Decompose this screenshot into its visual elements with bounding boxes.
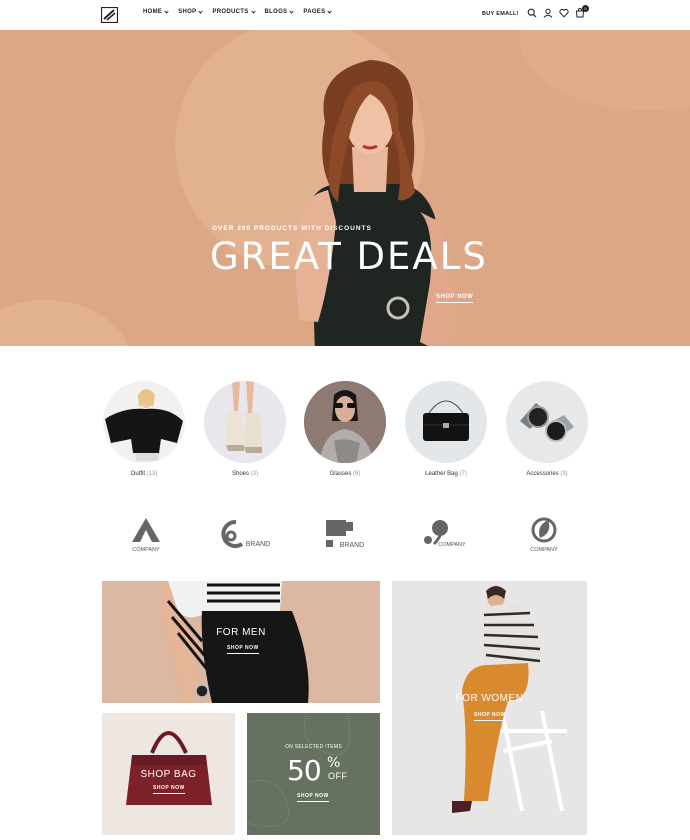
category-image [103, 381, 185, 463]
cart-count-badge: 0 [582, 5, 589, 12]
category-leather-bag[interactable]: Leather Bag (7) [404, 381, 488, 477]
category-accessories[interactable]: Accessories (3) [505, 381, 589, 477]
banner-men-image [162, 581, 309, 703]
sale-percent-sign: % [327, 755, 341, 771]
user-icon[interactable] [543, 8, 553, 18]
header-icons: 0 [527, 5, 589, 18]
brand-logo[interactable]: COMPANY [514, 516, 574, 556]
banner-women-image [392, 581, 587, 835]
hero-banner: OVER 200 PRODUCTS WITH DISCOUNTS GREAT D… [0, 30, 690, 346]
nav-pages[interactable]: PAGES [303, 8, 333, 15]
banner-title: FOR MEN [216, 627, 266, 638]
sale-pretitle: ON SELECTED ITEMS [284, 744, 343, 750]
banner-for-women[interactable]: FOR WOMEN SHOP NOW [392, 581, 587, 835]
banner-title: SHOP BAG [140, 769, 197, 780]
sale-off-label: OFF [328, 771, 348, 781]
search-icon[interactable] [527, 8, 537, 18]
banner-shop-bag[interactable]: SHOP BAG SHOP NOW [102, 713, 235, 835]
brand-logo[interactable]: COMPANY [418, 516, 478, 556]
category-image [405, 381, 487, 463]
chevron-down-icon [198, 8, 204, 14]
banner-for-men[interactable]: FOR MEN SHOP NOW [102, 581, 380, 703]
chevron-down-icon [327, 8, 333, 14]
sale-percent: 50 [287, 754, 322, 787]
nav-home[interactable]: HOME [143, 8, 169, 15]
main-nav: HOME SHOP PRODUCTS BLOGS PAGES [143, 8, 333, 15]
chevron-down-icon [289, 8, 294, 14]
category-label: Shoes (3) [231, 471, 259, 477]
brand-name: COMPANY [530, 547, 558, 553]
category-glasses[interactable]: Glasses (6) [303, 381, 387, 477]
brand-logo[interactable]: BRAND [320, 516, 380, 556]
hero-shop-now-link[interactable]: SHOP NOW [436, 294, 474, 303]
brand-name: COMPANY [132, 547, 160, 553]
hero-decor-shape [520, 30, 690, 110]
banner-shop-now-link[interactable]: SHOP NOW [153, 785, 185, 794]
category-image [304, 381, 386, 463]
heart-icon[interactable] [559, 8, 569, 18]
banner-sale[interactable]: ON SELECTED ITEMS 50 % OFF SHOP NOW [247, 713, 380, 835]
banner-shop-now-link[interactable]: SHOP NOW [297, 793, 329, 802]
category-label: Glasses (6) [329, 471, 361, 477]
site-header: HOME SHOP PRODUCTS BLOGS PAGES BUY EMALL… [0, 0, 690, 30]
nav-products[interactable]: PRODUCTS [212, 8, 256, 15]
category-outfit[interactable]: Outfit (13) [102, 381, 186, 477]
banner-shop-now-link[interactable]: SHOP NOW [474, 712, 506, 721]
category-shoes[interactable]: Shoes (3) [203, 381, 287, 477]
chevron-down-icon [164, 8, 169, 14]
category-image [506, 381, 588, 463]
hero-title: GREAT DEALS [210, 235, 488, 278]
banner-shop-now-link[interactable]: SHOP NOW [227, 645, 259, 654]
chevron-down-icon [250, 8, 256, 14]
banner-title: FOR WOMEN [455, 693, 524, 704]
category-image [204, 381, 286, 463]
brand-name: BRAND [246, 541, 271, 548]
buy-link[interactable]: BUY EMALL! [482, 11, 519, 17]
category-label: Outfit (13) [130, 471, 158, 477]
cart-button[interactable]: 0 [575, 5, 589, 18]
brand-logo[interactable]: BRAND [216, 516, 276, 556]
brand-logo[interactable]: COMPANY [116, 516, 176, 556]
hero-subtitle: OVER 200 PRODUCTS WITH DISCOUNTS [212, 225, 372, 232]
nav-blogs[interactable]: BLOGS [265, 8, 294, 15]
brand-name: COMPANY [438, 542, 466, 548]
logo-icon[interactable] [101, 7, 118, 23]
category-label: Accessories (3) [526, 471, 568, 477]
hero-decor-shape [0, 300, 130, 346]
nav-shop[interactable]: SHOP [178, 8, 204, 15]
brand-name: BRAND [340, 542, 365, 549]
category-label: Leather Bag (7) [425, 471, 467, 477]
